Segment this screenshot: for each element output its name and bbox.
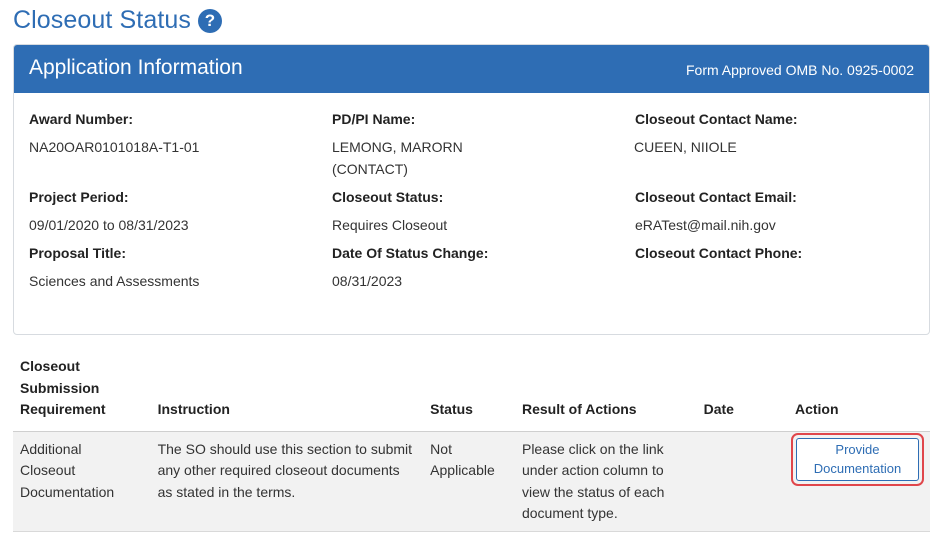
date-status-change-field: Date Of Status Change:: [332, 245, 488, 261]
header-result: Result of Actions: [521, 401, 637, 417]
project-period-value-wrap: 09/01/2020 to 08/31/2023: [29, 214, 189, 236]
panel-title: Application Information: [29, 56, 243, 79]
cell-status: Not Applicable: [423, 431, 515, 531]
cell-line: any other required closeout documents: [157, 462, 400, 478]
cell-requirement: Additional Closeout Documentation: [13, 431, 151, 531]
page-header: Closeout Status ?: [13, 6, 222, 35]
cell-line: view the status of each: [521, 483, 665, 500]
table-row: Additional Closeout Documentation The SO…: [13, 431, 930, 531]
contact-email-value: eRATest@mail.nih.gov: [635, 217, 776, 233]
contact-phone-field: Closeout Contact Phone:: [635, 245, 802, 261]
pdpi-name-value-wrap: LEMONG, MARORN (CONTACT): [332, 136, 463, 180]
closeout-requirements-table: Closeout Submission Requirement Instruct…: [13, 356, 930, 532]
header-date: Date: [703, 401, 734, 417]
pdpi-name-value-line2: (CONTACT): [332, 161, 408, 177]
question-circle-icon[interactable]: ?: [198, 9, 222, 33]
contact-phone-label: Closeout Contact Phone:: [635, 245, 803, 261]
pdpi-name-label: PD/PI Name:: [332, 111, 416, 127]
cell-line: Not: [430, 440, 452, 457]
header-requirement-line: Requirement: [20, 401, 106, 417]
contact-name-value-wrap: CUEEN, NIIOLE: [634, 136, 737, 158]
award-number-label: Award Number:: [29, 111, 133, 127]
award-number-value: NA20OAR0101018A-T1-01: [29, 139, 200, 155]
cell-instruction: The SO should use this section to submit…: [150, 431, 424, 531]
header-requirement: Closeout Submission Requirement: [13, 356, 151, 431]
header-requirement-line: Closeout: [20, 358, 80, 374]
cell-date: [696, 431, 788, 531]
contact-name-value: CUEEN, NIIOLE: [634, 139, 737, 155]
application-information-panel: Application Information Form Approved OM…: [13, 44, 930, 335]
page-title: Closeout Status: [13, 6, 191, 34]
header-status: Status: [430, 401, 473, 417]
contact-name-label: Closeout Contact Name:: [635, 111, 798, 127]
panel-heading: Application Information Form Approved OM…: [14, 45, 929, 93]
project-period-field: Project Period:: [29, 189, 129, 205]
button-label-line: Provide: [835, 442, 880, 457]
cell-line: Please click on the link: [521, 440, 664, 457]
closeout-status-label: Closeout Status:: [332, 189, 444, 205]
proposal-title-label: Proposal Title:: [29, 245, 126, 261]
pdpi-name-field: PD/PI Name:: [332, 111, 415, 127]
contact-email-field: Closeout Contact Email:: [635, 189, 797, 205]
date-status-change-value-wrap: 08/31/2023: [332, 270, 402, 292]
cell-result: Please click on the link under action co…: [514, 431, 697, 531]
header-instruction: Instruction: [157, 401, 230, 417]
cell-line: Applicable: [430, 462, 495, 478]
proposal-title-field: Proposal Title:: [29, 245, 126, 261]
award-number-value-wrap: NA20OAR0101018A-T1-01: [29, 136, 199, 158]
cell-line: as stated in the terms.: [157, 483, 296, 500]
date-status-change-label: Date Of Status Change:: [332, 245, 489, 261]
cell-line: Closeout: [20, 462, 76, 478]
header-requirement-line: Submission: [20, 379, 100, 396]
date-status-change-value: 08/31/2023: [332, 273, 403, 289]
provide-documentation-button[interactable]: Provide Documentation: [795, 437, 919, 481]
button-label-line: Documentation: [813, 461, 902, 476]
closeout-status-value: Requires Closeout: [332, 217, 448, 233]
omb-number: Form Approved OMB No. 0925-0002: [685, 62, 914, 78]
award-number-field: Award Number:: [29, 111, 133, 127]
cell-line: Additional: [20, 440, 82, 457]
header-action: Action: [794, 401, 839, 417]
table-header-row: Closeout Submission Requirement Instruct…: [13, 356, 930, 431]
pdpi-name-value-line1: LEMONG, MARORN: [332, 139, 463, 155]
cell-line: document type.: [521, 505, 618, 521]
closeout-status-field: Closeout Status:: [332, 189, 443, 205]
cell-line: The SO should use this section to submit: [157, 440, 413, 457]
cell-line: Documentation: [20, 483, 115, 500]
proposal-title-value-wrap: Sciences and Assessments: [29, 270, 199, 292]
action-highlight: Provide Documentation: [790, 432, 924, 486]
cell-line: under action column to: [521, 462, 664, 478]
closeout-status-value-wrap: Requires Closeout: [332, 214, 447, 236]
contact-name-field: Closeout Contact Name:: [635, 111, 798, 127]
proposal-title-value: Sciences and Assessments: [29, 273, 200, 289]
cell-action: Provide Documentation: [787, 431, 930, 531]
project-period-value: 09/01/2020 to 08/31/2023: [29, 217, 189, 233]
contact-email-value-wrap: eRATest@mail.nih.gov: [635, 214, 776, 236]
project-period-label: Project Period:: [29, 189, 129, 205]
contact-email-label: Closeout Contact Email:: [635, 189, 797, 205]
